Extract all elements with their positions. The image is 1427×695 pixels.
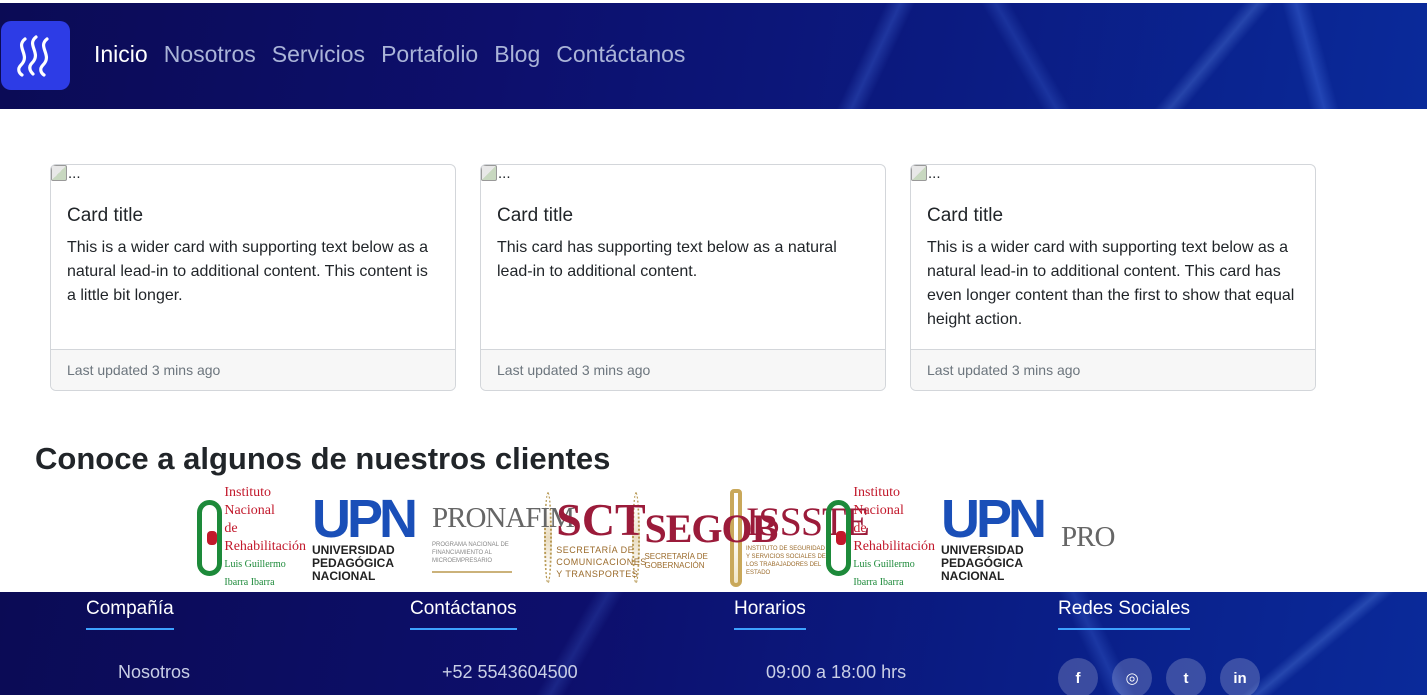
card-image-alt: ... xyxy=(68,165,81,182)
card-footer: Last updated 3 mins ago xyxy=(911,349,1315,390)
footer-col-company: Compañía Nosotros xyxy=(86,592,190,682)
card-title: Card title xyxy=(927,205,1004,226)
broken-image-icon xyxy=(481,165,497,181)
inr-line2: de Rehabilitación xyxy=(224,520,307,554)
client-logo-upn: UPN UNIVERSIDAD PEDAGÓGICA NACIONAL xyxy=(941,484,1059,591)
card: ... Card title This is a wider card with… xyxy=(910,164,1316,391)
pronafim-sub: PROGRAMA NACIONAL DE FINANCIAMIENTO AL M… xyxy=(432,542,509,564)
sct-title: SCT xyxy=(556,493,646,545)
upn-line3: NACIONAL xyxy=(941,569,1005,583)
client-logo-inr: Instituto Nacional de Rehabilitación Lui… xyxy=(826,484,941,591)
card-text: This is a wider card with supporting tex… xyxy=(927,239,1295,328)
nav-link-servicios[interactable]: Servicios xyxy=(272,41,365,68)
client-logo-pronafim: PRONAFIM PROGRAMA NACIONAL DE FINANCIAMI… xyxy=(430,484,575,591)
footer-heading-hours: Horarios xyxy=(734,592,806,630)
segob-sub: SECRETARÍA DE GOBERNACIÓN xyxy=(644,552,708,570)
card-image: ... xyxy=(911,165,1315,191)
inr-line1: Instituto Nacional xyxy=(224,484,275,518)
footer-hours: 09:00 a 18:00 hrs xyxy=(766,662,907,682)
upn-mark: UPN xyxy=(312,489,418,549)
card-image-alt: ... xyxy=(928,165,941,182)
issste-sub: INSTITUTO DE SEGURIDAD Y SERVICIOS SOCIA… xyxy=(746,546,826,576)
footer-heading-contact: Contáctanos xyxy=(410,592,517,630)
inr-line2: de Rehabilitación xyxy=(853,520,936,554)
pronafim-title: PRO xyxy=(1061,521,1115,553)
broken-image-icon xyxy=(911,165,927,181)
card-image-alt: ... xyxy=(498,165,511,182)
footer-heading-social: Redes Sociales xyxy=(1058,592,1191,630)
upn-line3: NACIONAL xyxy=(312,569,376,583)
card-footer: Last updated 3 mins ago xyxy=(481,349,885,390)
footer: Compañía Nosotros Contáctanos +52 554360… xyxy=(0,592,1427,695)
card-image: ... xyxy=(481,165,885,191)
twitter-icon[interactable]: t xyxy=(1166,658,1206,695)
card-image: ... xyxy=(51,165,455,191)
nav-link-nosotros[interactable]: Nosotros xyxy=(164,41,256,68)
card-group: ... Card title This is a wider card with… xyxy=(50,164,1316,391)
social-links: f ◎ t in xyxy=(1058,658,1260,695)
sct-line2: COMUNICACIONES xyxy=(556,556,647,567)
pronafim-title: PRONAFIM xyxy=(432,502,575,534)
inr-emblem-icon xyxy=(826,499,852,576)
clients-heading: Conoce a algunos de nuestros clientes xyxy=(35,441,611,476)
navbar: Inicio Nosotros Servicios Portafolio Blo… xyxy=(0,3,1427,109)
footer-phone[interactable]: +52 5543604500 xyxy=(442,662,578,683)
nav-link-contactanos[interactable]: Contáctanos xyxy=(556,41,685,68)
client-logo-segob: SEGOB SECRETARÍA DE GOBERNACIÓN xyxy=(644,484,778,591)
inr-line3: Luis Guillermo Ibarra Ibarra xyxy=(853,558,915,588)
nav-link-inicio[interactable]: Inicio xyxy=(94,41,148,68)
client-logo-inr: Instituto Nacional de Rehabilitación Lui… xyxy=(197,484,312,591)
linkedin-icon[interactable]: in xyxy=(1220,658,1260,695)
sct-line3: Y TRANSPORTES xyxy=(556,568,639,579)
nav-link-portafolio[interactable]: Portafolio xyxy=(381,41,478,68)
sct-line1: SECRETARÍA DE xyxy=(556,544,635,555)
footer-link-nosotros[interactable]: Nosotros xyxy=(118,662,190,683)
card-updated-text: Last updated 3 mins ago xyxy=(67,362,221,378)
client-logo-upn: UPN UNIVERSIDAD PEDAGÓGICA NACIONAL xyxy=(312,484,430,591)
card-text: This is a wider card with supporting tex… xyxy=(67,239,429,304)
footer-col-hours: Horarios 09:00 a 18:00 hrs xyxy=(734,592,906,682)
inr-line3: Luis Guillermo Ibarra Ibarra xyxy=(224,558,286,588)
card-text: This card has supporting text below as a… xyxy=(497,239,837,280)
card-footer: Last updated 3 mins ago xyxy=(51,349,455,390)
card-title: Card title xyxy=(67,205,144,226)
client-logo-issste: ISSSTE INSTITUTO DE SEGURIDAD Y SERVICIO… xyxy=(746,484,870,591)
facebook-icon[interactable]: f xyxy=(1058,658,1098,695)
footer-col-contact: Contáctanos +52 5543604500 xyxy=(410,592,578,682)
card-title: Card title xyxy=(497,205,574,226)
brand-logo-icon[interactable] xyxy=(1,21,70,90)
card: ... Card title This is a wider card with… xyxy=(50,164,456,391)
client-logo-pronafim: PRO xyxy=(1059,484,1169,591)
card: ... Card title This card has supporting … xyxy=(480,164,886,391)
client-logo-sct: SCT SECRETARÍA DE COMUNICACIONES Y TRANS… xyxy=(556,484,646,591)
footer-col-social: Redes Sociales f ◎ t in xyxy=(1058,592,1318,695)
card-updated-text: Last updated 3 mins ago xyxy=(927,362,1081,378)
upn-mark: UPN xyxy=(941,489,1047,549)
inr-emblem-icon xyxy=(197,499,223,576)
card-updated-text: Last updated 3 mins ago xyxy=(497,362,651,378)
clients-logo-carousel: Instituto Nacional de Rehabilitación Lui… xyxy=(197,484,1169,591)
nav-menu: Inicio Nosotros Servicios Portafolio Blo… xyxy=(94,41,685,68)
nav-link-blog[interactable]: Blog xyxy=(494,41,540,68)
broken-image-icon xyxy=(51,165,67,181)
instagram-icon[interactable]: ◎ xyxy=(1112,658,1152,695)
footer-heading-company: Compañía xyxy=(86,592,174,630)
inr-line1: Instituto Nacional xyxy=(853,484,904,518)
